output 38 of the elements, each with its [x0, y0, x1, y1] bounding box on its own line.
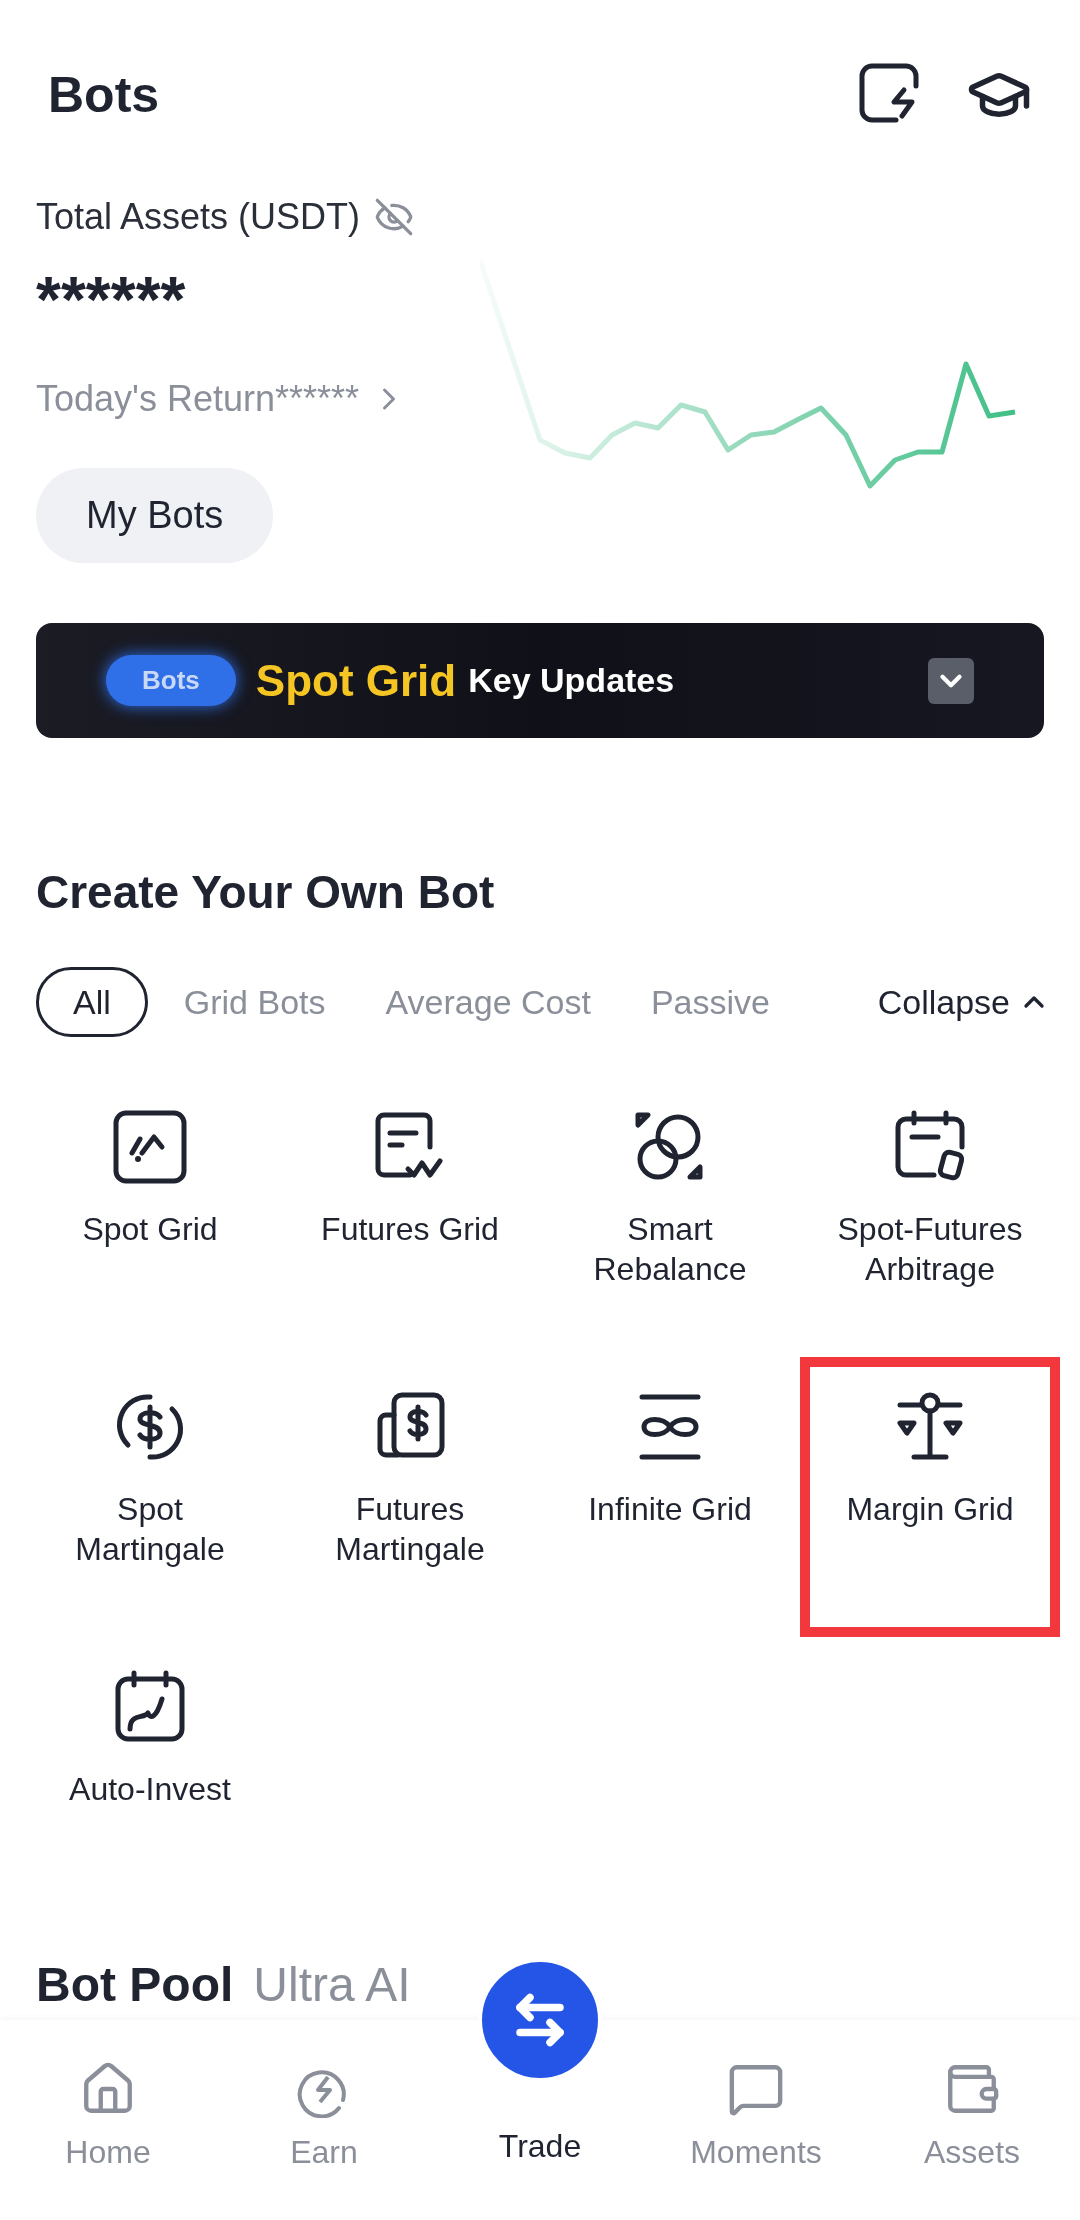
- nav-label: Home: [65, 2133, 151, 2172]
- nav-label: Earn: [290, 2133, 358, 2172]
- bot-type-item[interactable]: Smart Rebalance: [540, 1077, 800, 1357]
- bot-type-label: Futures Martingale: [335, 1490, 485, 1569]
- expand-button[interactable]: [928, 657, 974, 704]
- todays-return-label: Today's Return******: [36, 377, 360, 421]
- filter-tab[interactable]: All: [36, 967, 148, 1037]
- bot-type-item[interactable]: Infinite Grid: [540, 1357, 800, 1637]
- nav-tab[interactable]: Trade: [432, 1958, 648, 2220]
- bot-type-label: Spot Grid: [82, 1210, 218, 1249]
- section-title: Create Your Own Bot: [35, 865, 496, 920]
- bot-type-item[interactable]: Margin Grid: [800, 1357, 1060, 1637]
- page-title: Bots: [48, 65, 160, 125]
- announcement-banner[interactable]: Bots Spot Grid Key Updates: [36, 623, 1044, 738]
- bot-type-label: Smart Rebalance: [593, 1210, 747, 1289]
- bot-type-item[interactable]: Futures Martingale: [280, 1357, 540, 1637]
- bot-type-label: Auto-Invest: [69, 1770, 231, 1809]
- bot-type-item[interactable]: Spot Grid: [20, 1077, 280, 1357]
- bot-type-label: Futures Grid: [321, 1210, 499, 1249]
- bot-type-item[interactable]: Spot Martingale: [20, 1357, 280, 1637]
- bot-type-label: Margin Grid: [846, 1490, 1014, 1529]
- bots-tag: Bots: [106, 655, 236, 706]
- nav-label: Moments: [690, 2133, 822, 2172]
- total-assets-label: Total Assets (USDT): [36, 195, 361, 239]
- total-assets-value: ******: [36, 263, 187, 338]
- bot-pool-title: Bot Pool: [36, 1957, 234, 2013]
- banner-text: Key Updates: [468, 660, 675, 701]
- hide-icon[interactable]: [374, 197, 415, 237]
- nav-label: Trade: [498, 2127, 582, 2166]
- bot-type-item[interactable]: Futures Grid: [280, 1077, 540, 1357]
- nav-label: Assets: [924, 2133, 1020, 2172]
- bot-type-label: Spot Martingale: [75, 1490, 225, 1569]
- banner-highlight: Spot Grid: [255, 654, 457, 707]
- bot-type-item[interactable]: Auto-Invest: [20, 1637, 280, 1917]
- bot-type-label: Infinite Grid: [588, 1490, 752, 1529]
- my-bots-button[interactable]: My Bots: [36, 468, 274, 563]
- bot-type-label: Spot-Futures Arbitrage: [837, 1210, 1023, 1289]
- bot-type-item[interactable]: Spot-Futures Arbitrage: [800, 1077, 1060, 1357]
